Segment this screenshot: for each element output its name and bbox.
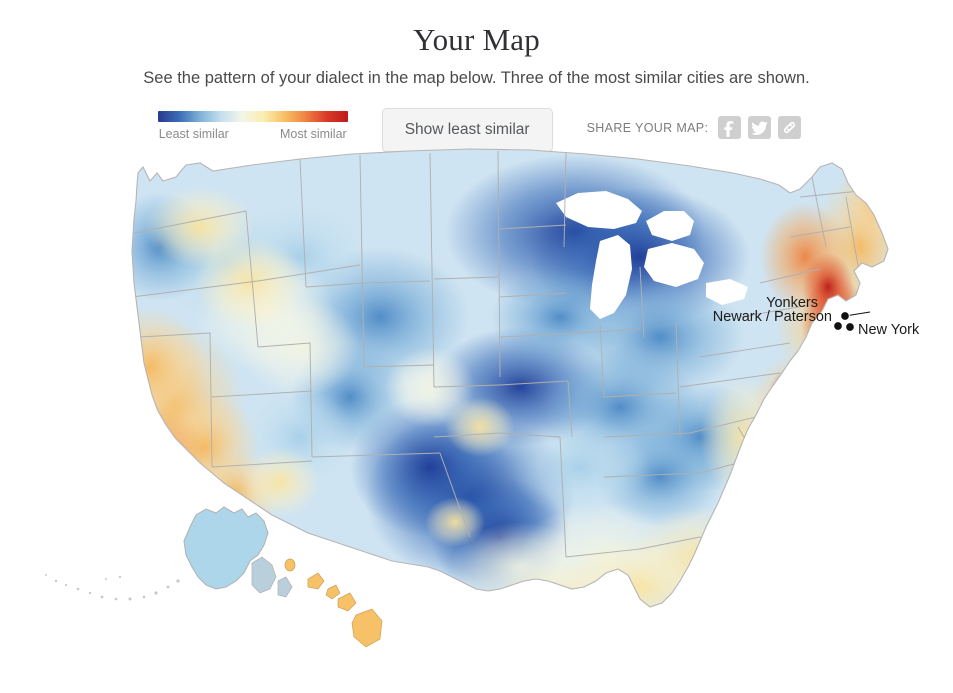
city-dot-yonkers[interactable]: [840, 311, 850, 321]
page-subtitle: See the pattern of your dialect in the m…: [143, 69, 810, 87]
map-heat-field: [132, 149, 888, 607]
page-title: Your Map: [413, 22, 540, 57]
aleutian-islands: [45, 574, 180, 601]
city-dot-newark-paterson[interactable]: [833, 321, 843, 331]
legend-color-gradient: [157, 111, 348, 122]
twitter-icon: [748, 116, 771, 139]
share-label: SHARE YOUR MAP:: [586, 120, 709, 135]
hawaii-inset: [284, 558, 383, 648]
facebook-icon: [718, 116, 741, 139]
share-group: SHARE YOUR MAP:: [587, 108, 802, 139]
facebook-share-button[interactable]: [718, 116, 742, 139]
dialect-map[interactable]: Yonkers Newark / Paterson New York: [0, 137, 953, 693]
link-share-button[interactable]: [778, 116, 802, 139]
map-svg[interactable]: Yonkers Newark / Paterson New York: [0, 137, 953, 693]
city-dot-new-york[interactable]: [845, 322, 855, 332]
twitter-share-button[interactable]: [748, 116, 772, 139]
city-label-new-york: New York: [858, 322, 920, 338]
city-label-newark-paterson: Newark / Paterson: [713, 309, 832, 325]
link-icon: [778, 116, 801, 139]
alaska-inset: [45, 506, 293, 601]
